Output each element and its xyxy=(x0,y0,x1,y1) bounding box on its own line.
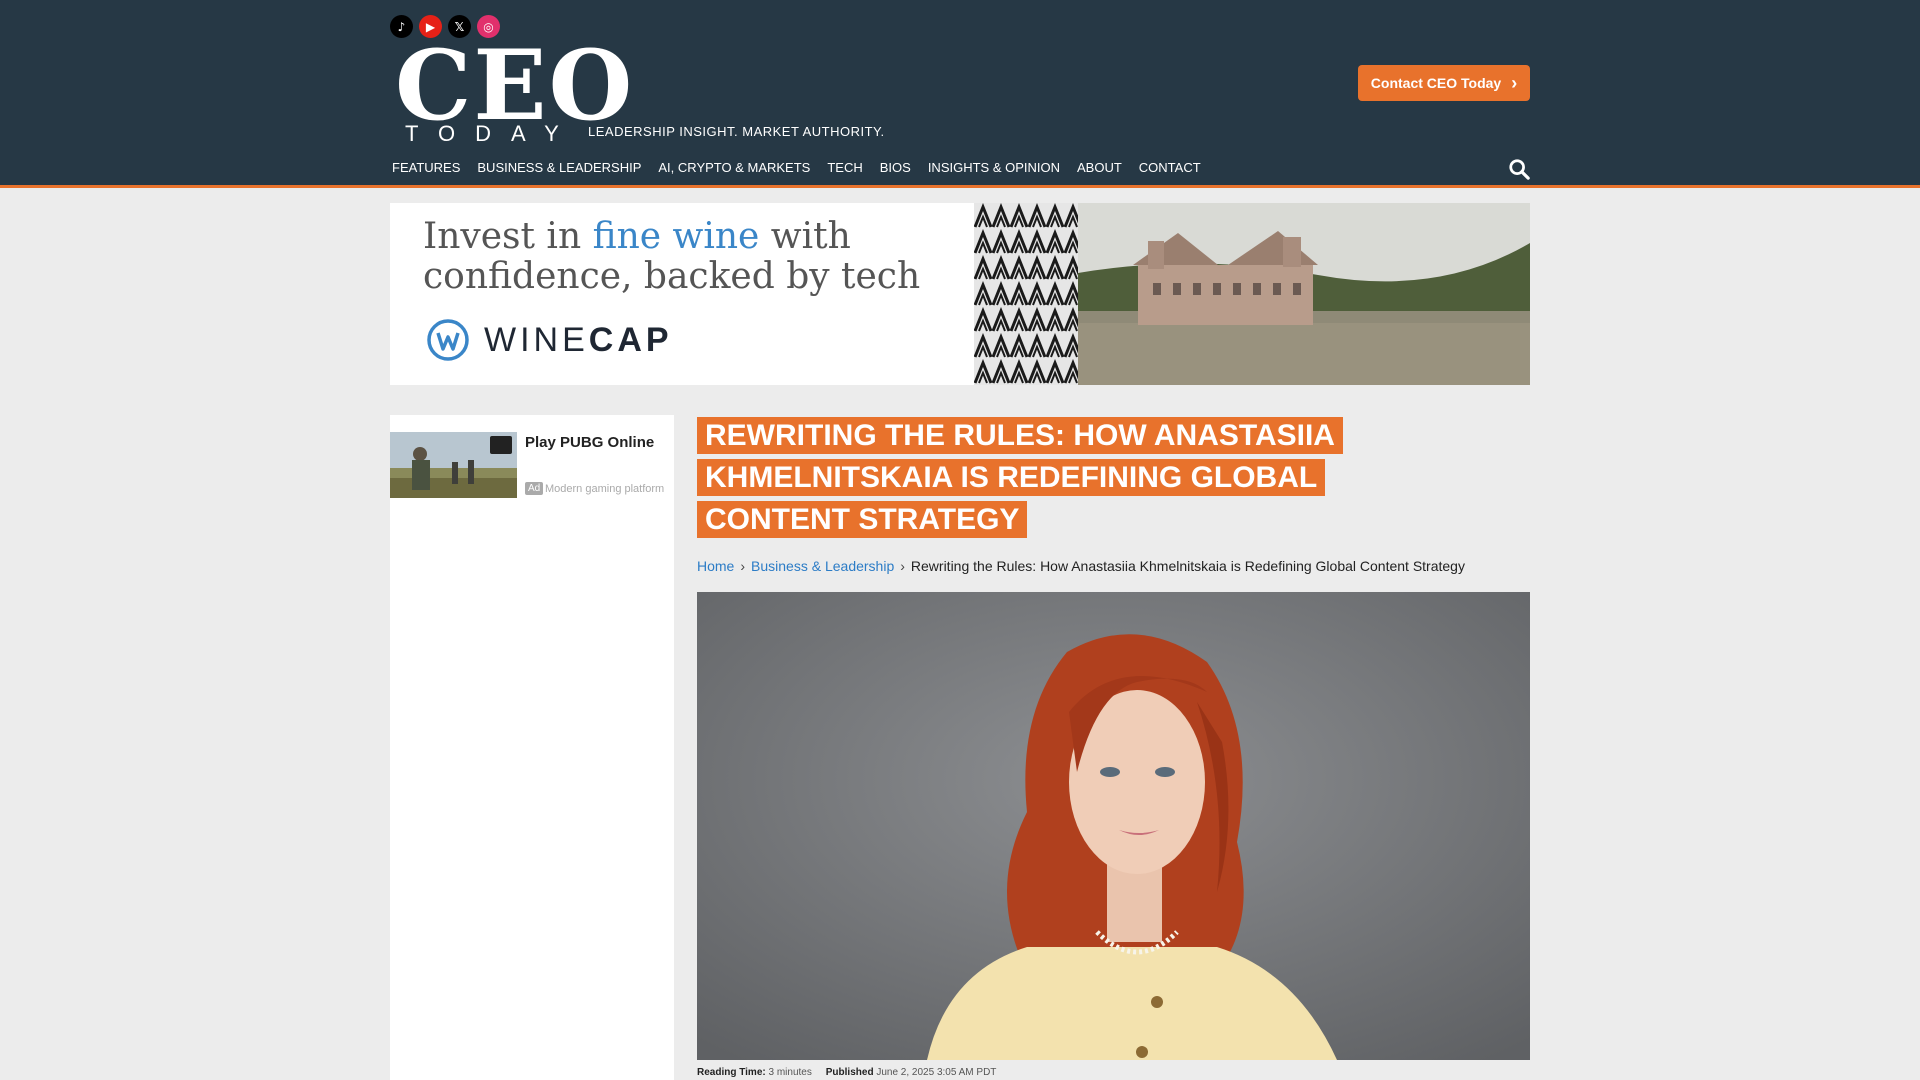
brand-bold: CAP xyxy=(588,320,673,359)
nav-item-tech[interactable]: TECH xyxy=(827,160,862,175)
ad-headline: Invest in fine wine with confidence, bac… xyxy=(423,217,920,297)
article-title-text: REWRITING THE RULES: HOW ANASTASIIA KHME… xyxy=(697,417,1343,538)
winecap-logo: WINECAP xyxy=(426,318,673,362)
breadcrumb: Home › Business & Leadership › Rewriting… xyxy=(697,558,1530,574)
sidebar-ad-title[interactable]: Play PUBG Online xyxy=(525,434,654,451)
contact-ceo-today-button[interactable]: Contact CEO Today › xyxy=(1358,65,1530,101)
breadcrumb-separator: › xyxy=(900,558,905,574)
main-nav: FEATURES BUSINESS & LEADERSHIP AI, CRYPT… xyxy=(392,160,1201,175)
contact-button-label: Contact CEO Today xyxy=(1370,75,1502,91)
site-header: ♪ ▶ 𝕏 ◎ CEO TODAY LEADERSHIP INSIGHT. MA… xyxy=(0,0,1920,188)
winecap-emblem-icon xyxy=(427,319,469,361)
ad-pattern-image xyxy=(974,203,1080,385)
nav-item-ai-crypto-markets[interactable]: AI, CRYPTO & MARKETS xyxy=(658,160,810,175)
published-date: June 2, 2025 3:05 AM PDT xyxy=(876,1067,997,1078)
breadcrumb-category[interactable]: Business & Leadership xyxy=(751,558,894,574)
nav-item-features[interactable]: FEATURES xyxy=(392,160,460,175)
nav-item-contact[interactable]: CONTACT xyxy=(1139,160,1201,175)
ad-line1-accent: fine wine xyxy=(592,216,760,257)
published-label: Published xyxy=(825,1067,874,1078)
breadcrumb-separator: › xyxy=(740,558,746,574)
ad-line1-prefix: Invest in xyxy=(423,216,593,257)
ceo-today-logo[interactable]: CEO TODAY xyxy=(395,38,632,147)
article: REWRITING THE RULES: HOW ANASTASIIA KHME… xyxy=(697,415,1530,1078)
reading-time-label: Reading Time: xyxy=(697,1067,766,1078)
article-meta: Reading Time: 3 minutes Published June 2… xyxy=(697,1067,996,1078)
logo-main-text: CEO xyxy=(395,29,635,142)
search-icon[interactable] xyxy=(1508,158,1530,180)
chevron-right-icon: › xyxy=(1511,73,1518,93)
ad-badge: Ad xyxy=(525,482,544,495)
sidebar-ad-description: Modern gaming platform xyxy=(545,483,665,495)
nav-item-business-leadership[interactable]: BUSINESS & LEADERSHIP xyxy=(477,160,641,175)
sidebar-ad[interactable]: Play PUBG Online Ad Modern gaming platfo… xyxy=(390,432,674,500)
ad-line2: confidence, backed by tech xyxy=(423,256,921,297)
article-title: REWRITING THE RULES: HOW ANASTASIIA KHME… xyxy=(697,415,1457,541)
winecap-ad-banner[interactable]: Invest in fine wine with confidence, bac… xyxy=(390,203,1530,385)
breadcrumb-current: Rewriting the Rules: How Anastasiia Khme… xyxy=(910,558,1465,574)
ad-line1-suffix: with xyxy=(759,216,851,257)
brand-light: WINE xyxy=(484,320,589,359)
pubg-thumbnail-image xyxy=(390,432,517,498)
sidebar: Play PUBG Online Ad Modern gaming platfo… xyxy=(390,415,674,1080)
article-hero-image xyxy=(697,592,1530,1060)
nav-item-about[interactable]: ABOUT xyxy=(1077,160,1122,175)
site-tagline: LEADERSHIP INSIGHT. MARKET AUTHORITY. xyxy=(588,124,885,139)
nav-item-insights-opinion[interactable]: INSIGHTS & OPINION xyxy=(928,160,1060,175)
logo-sub-text: TODAY xyxy=(405,121,579,146)
reading-time-value: 3 minutes xyxy=(768,1067,812,1078)
nav-item-bios[interactable]: BIOS xyxy=(880,160,911,175)
breadcrumb-home[interactable]: Home xyxy=(697,558,734,574)
winecap-wordmark: WINECAP xyxy=(484,321,673,360)
chateau-vineyard-image xyxy=(1078,203,1530,385)
